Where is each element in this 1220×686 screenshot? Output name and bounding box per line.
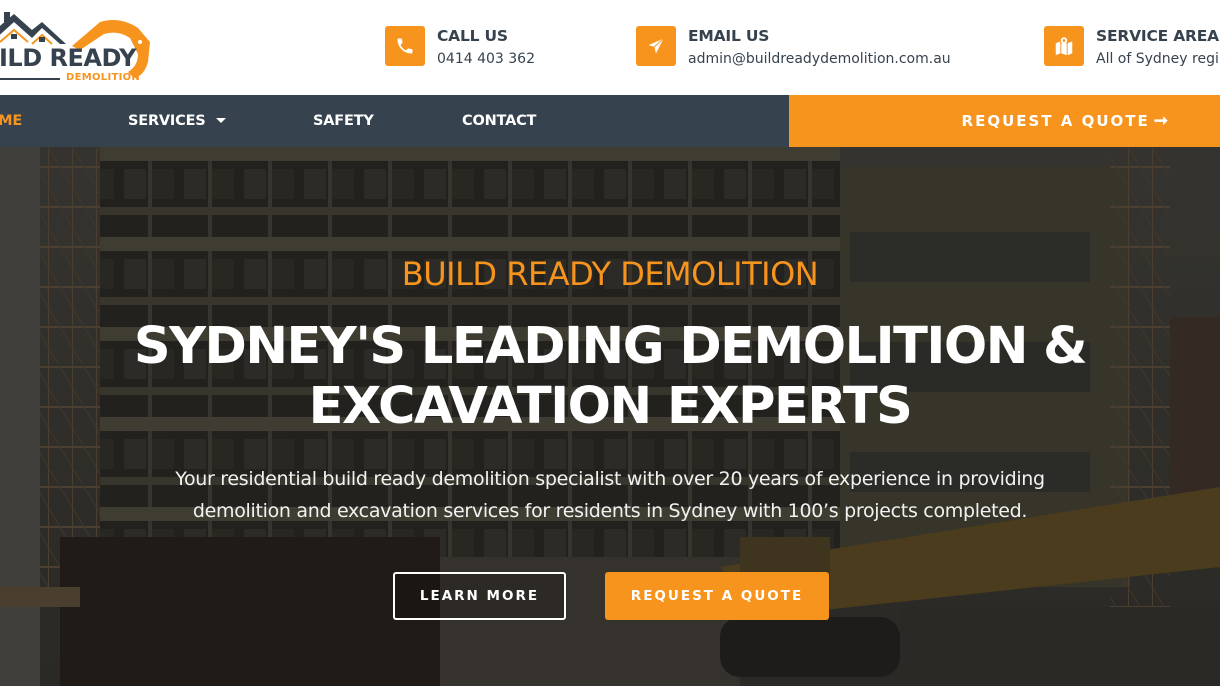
map-pin-icon xyxy=(1044,26,1084,66)
contact-email[interactable]: EMAIL US admin@buildreadydemolition.com.… xyxy=(636,25,951,69)
email-address[interactable]: admin@buildreadydemolition.com.au xyxy=(688,49,951,69)
contact-service-area: SERVICE AREA All of Sydney regi xyxy=(1044,25,1219,69)
phone-number[interactable]: 0414 403 362 xyxy=(437,49,535,69)
hero-section: BUILD READY DEMOLITION SYDNEY'S LEADING … xyxy=(0,147,1220,686)
hero-description: Your residential build ready demolition … xyxy=(0,463,1220,527)
site-header: UILD READY DEMOLITION CALL US 0414 403 3… xyxy=(0,0,1220,95)
hero-title: SYDNEY'S LEADING DEMOLITION & EXCAVATION… xyxy=(0,317,1220,437)
hero-title-line: SYDNEY'S LEADING DEMOLITION & xyxy=(133,317,1088,376)
paper-plane-icon xyxy=(636,26,676,66)
logo-text: UILD READY xyxy=(0,44,137,72)
nav-item-label: SERVICES xyxy=(128,113,206,129)
hero-eyebrow: BUILD READY DEMOLITION xyxy=(401,255,819,293)
nav-item-services[interactable]: SERVICES xyxy=(128,95,226,147)
contact-title: SERVICE AREA xyxy=(1096,27,1219,45)
learn-more-button[interactable]: LEARN MORE xyxy=(393,572,566,620)
service-area-value: All of Sydney regi xyxy=(1096,51,1219,67)
hero-description-line: demolition and excavation services for r… xyxy=(192,500,1028,522)
cta-label: REQUEST A QUOTE xyxy=(961,112,1150,130)
main-nav: OME SERVICES SAFETY CONTACT REQUEST A QU… xyxy=(0,95,1220,147)
arrow-right-icon: ➞ xyxy=(1153,111,1168,130)
hero-description-line: Your residential build ready demolition … xyxy=(175,468,1045,490)
logo[interactable]: UILD READY DEMOLITION xyxy=(0,6,170,90)
contact-call[interactable]: CALL US 0414 403 362 xyxy=(385,25,535,69)
nav-item-contact[interactable]: CONTACT xyxy=(462,95,536,147)
nav-item-home[interactable]: OME xyxy=(0,95,22,147)
logo-divider xyxy=(0,78,60,80)
hero-title-line: EXCAVATION EXPERTS xyxy=(308,377,913,436)
request-quote-nav-button[interactable]: REQUEST A QUOTE ➞ xyxy=(789,95,1220,147)
caret-down-icon xyxy=(215,117,226,123)
contact-title: EMAIL US xyxy=(688,27,770,45)
phone-icon xyxy=(385,26,425,66)
logo-subtext: DEMOLITION xyxy=(66,72,141,83)
request-quote-button[interactable]: REQUEST A QUOTE xyxy=(605,572,829,620)
nav-item-safety[interactable]: SAFETY xyxy=(313,95,374,147)
contact-title: CALL US xyxy=(437,27,508,45)
